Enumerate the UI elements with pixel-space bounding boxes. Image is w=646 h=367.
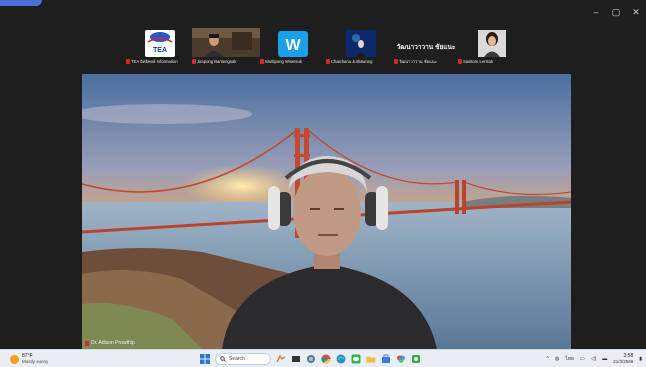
participant-avatar: วัฒนาวาวาน ชัยแนะ: [394, 28, 458, 57]
clock-date: 21/3/2566: [613, 359, 634, 364]
app-icon-2[interactable]: [411, 354, 421, 364]
zoom-window: – ▢ ✕ TEA TEA อิทธิพงษ์ Information Jira…: [0, 0, 646, 367]
language-indicator[interactable]: ไทย: [565, 355, 574, 363]
taskbar: 87°F Mostly sunny Search ^ ◍ ไทย ▭ ◁) ▬ …: [0, 349, 646, 367]
participant-avatar: TEA: [126, 28, 192, 57]
restore-icon[interactable]: ▢: [606, 4, 626, 20]
location-icon[interactable]: ◍: [555, 356, 559, 362]
store-icon[interactable]: [381, 354, 391, 364]
participant-video: [458, 28, 526, 57]
mic-muted-icon: [326, 59, 330, 64]
windows-start-icon[interactable]: [200, 354, 210, 364]
w-logo-text: W: [285, 37, 301, 54]
participant-tile[interactable]: TEA TEA อิทธิพงษ์ Information: [126, 28, 192, 66]
participant-name: วัฒนาวาวาน ชัยแนะ: [399, 59, 437, 64]
sun-icon: [10, 354, 19, 364]
system-tray: ^ ◍ ไทย ▭ ◁) ▬ 3:58 21/3/2566 ▮: [546, 352, 642, 366]
participant-name: Sasitorn Lertsuk: [463, 59, 494, 64]
participant-thai-name-label: วัฒนาวาวาน ชัยแนะ: [396, 44, 456, 51]
mic-muted-icon: [126, 59, 130, 64]
photos-icon[interactable]: [396, 354, 406, 364]
window-controls: – ▢ ✕: [586, 4, 646, 20]
weather-widget[interactable]: 87°F Mostly sunny: [10, 352, 48, 366]
taskbar-clock[interactable]: 3:58 21/3/2566: [613, 353, 634, 365]
participant-video-feed: [192, 28, 260, 57]
taskbar-apps: Search: [200, 352, 421, 366]
participant-tile[interactable]: วัฒนาวาวาน ชัยแนะ วัฒนาวาวาน ชัยแนะ: [394, 28, 458, 66]
network-icon[interactable]: ▭: [580, 356, 585, 362]
participant-strip: TEA TEA อิทธิพงษ์ Information Jirapong B…: [126, 28, 526, 66]
participant-tile[interactable]: Sasitorn Lertsuk: [458, 28, 526, 66]
participant-video-feed: [458, 28, 526, 57]
search-icon: [220, 356, 226, 362]
participant-tile[interactable]: Jirapong Bantengsak: [192, 28, 260, 66]
participant-tile[interactable]: W Wuttipong Wisetsuk: [260, 28, 326, 66]
participant-avatar: W: [260, 28, 326, 57]
folder-icon[interactable]: [366, 354, 376, 364]
participant-name: Jirapong Bantengsak: [197, 59, 237, 64]
virtual-background-golden-gate: [82, 74, 571, 349]
volume-icon[interactable]: ◁): [591, 356, 597, 362]
search-placeholder: Search: [229, 356, 245, 362]
w-logo-icon: W: [260, 28, 326, 57]
participant-tile[interactable]: Chaichana Juthawong: [326, 28, 394, 66]
main-speaker-name: Dr. Adison Prowthip: [91, 340, 135, 346]
participant-name: Wuttipong Wisetsuk: [265, 59, 302, 64]
chevron-up-icon[interactable]: ^: [546, 356, 548, 362]
main-speaker-video[interactable]: [82, 74, 571, 349]
battery-icon[interactable]: ▬: [602, 356, 607, 362]
tea-logo-text: TEA: [153, 47, 167, 54]
line-icon[interactable]: [351, 354, 361, 364]
tea-logo-icon: TEA: [126, 28, 192, 57]
weather-condition: Mostly sunny: [22, 359, 49, 364]
app-icon-1[interactable]: [306, 354, 316, 364]
taskbar-search[interactable]: Search: [215, 353, 271, 365]
mic-muted-icon: [85, 341, 89, 346]
notification-icon[interactable]: ▮: [639, 356, 642, 362]
participant-name: TEA อิทธิพงษ์ Information: [131, 59, 178, 64]
mic-muted-icon: [394, 59, 398, 64]
close-icon[interactable]: ✕: [626, 4, 646, 20]
window-corner-accent: [0, 0, 42, 6]
edge-icon[interactable]: [336, 354, 346, 364]
minimize-icon[interactable]: –: [586, 4, 606, 20]
task-view-icon[interactable]: [291, 354, 301, 364]
mic-muted-icon: [192, 59, 196, 64]
participant-name: Chaichana Juthawong: [331, 59, 373, 64]
participant-video-feed: [326, 28, 394, 57]
chrome-icon[interactable]: [321, 354, 331, 364]
widgets-icon[interactable]: [276, 354, 286, 364]
mic-muted-icon: [260, 59, 264, 64]
participant-video: [326, 28, 394, 57]
participant-video: [192, 28, 260, 57]
mic-muted-icon: [458, 59, 462, 64]
